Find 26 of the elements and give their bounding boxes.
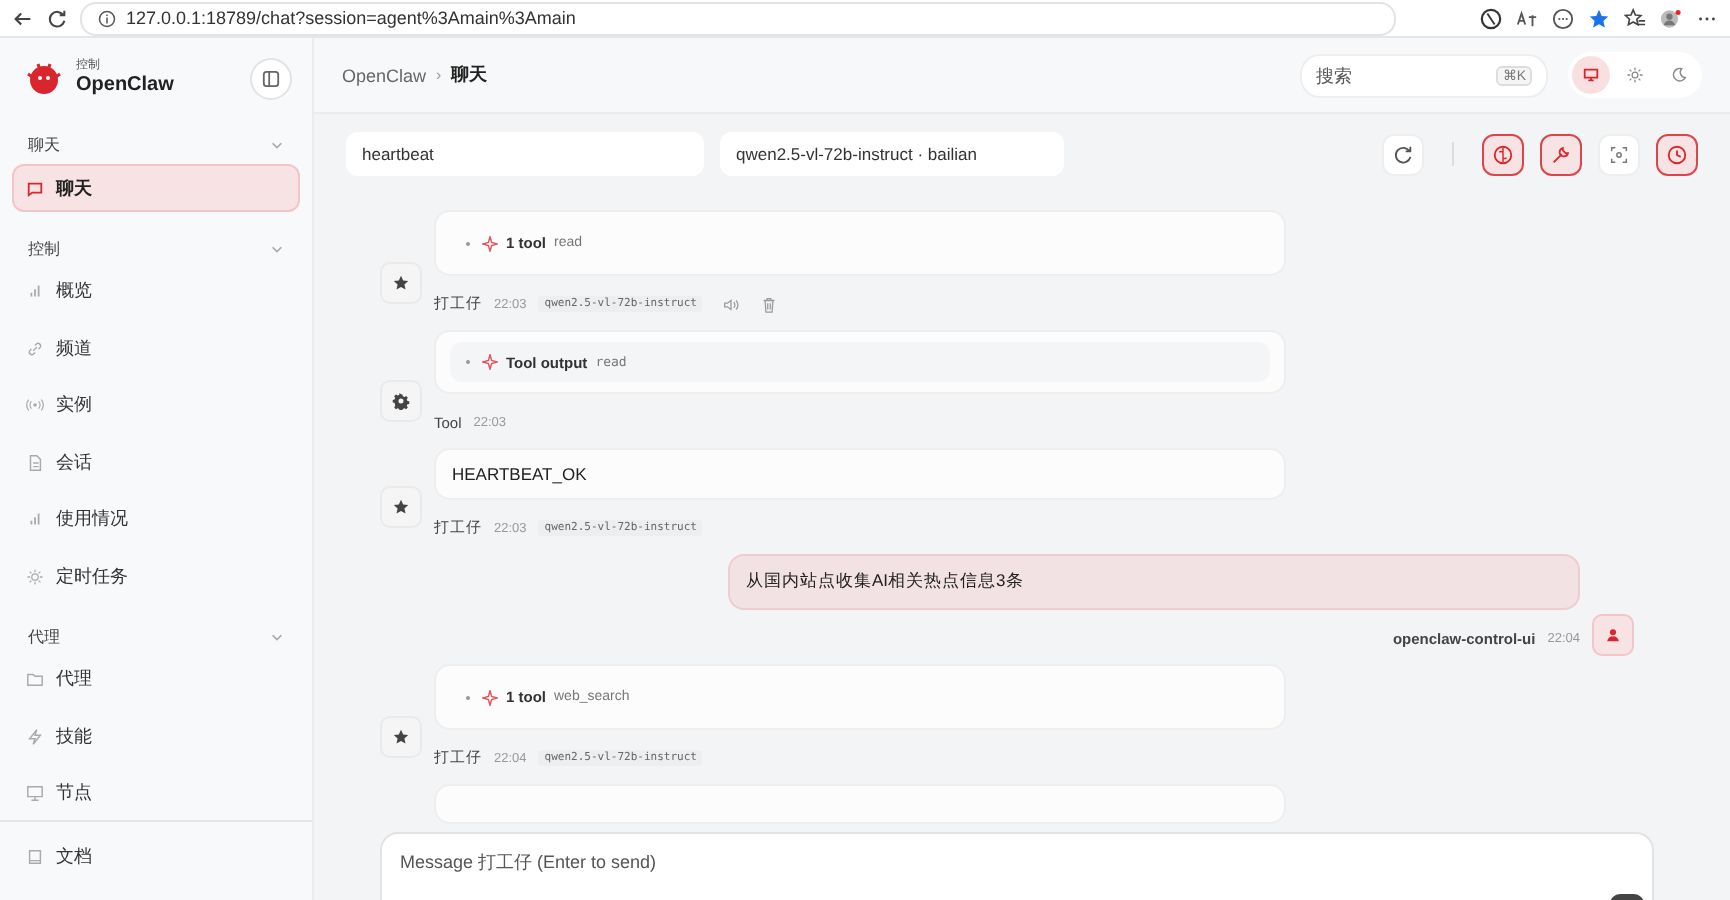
nav-item[interactable]: 聊天 (12, 164, 300, 212)
breadcrumb-separator: › (436, 66, 442, 84)
nav-item[interactable]: 使用情况 (12, 495, 300, 543)
nav-item[interactable]: 节点 (12, 769, 300, 817)
nav-item[interactable]: 代理 (12, 655, 300, 703)
breadcrumb-item: 聊天 (451, 62, 488, 88)
section-label: 代理 (28, 625, 60, 647)
breadcrumb-item[interactable]: OpenClaw (342, 65, 427, 85)
address-bar[interactable]: 127.0.0.1:18789/chat?session=agent%3Amain%3Amain (80, 1, 1396, 35)
model-select[interactable]: qwen2.5-vl-72b-instruct · bailian (720, 132, 1064, 176)
search-input[interactable]: 搜索 (1316, 65, 1456, 85)
section-label: 控制 (28, 237, 60, 259)
nav-item[interactable]: 技能 (12, 712, 300, 760)
nav-item[interactable]: 频道 (12, 324, 300, 372)
nav-item[interactable]: 文档 (12, 832, 300, 880)
brand-name: OpenClaw (76, 73, 174, 96)
nav-item[interactable]: 定时任务 (12, 552, 300, 600)
message-bubble: 从国内站点收集AI相关热点信息3条 (728, 554, 1580, 610)
session-select[interactable]: heartbeat (346, 132, 704, 176)
section-label: 聊天 (28, 134, 60, 156)
message-bubble: HEARTBEAT_OK (434, 448, 1286, 500)
nav-item[interactable]: 概览 (12, 267, 300, 315)
nav-item[interactable]: 会话 (12, 438, 300, 486)
message-input[interactable]: Message 打工仔 (Enter to send) (400, 852, 1200, 872)
url-text: 127.0.0.1:18789/chat?session=agent%3Amain%3Amain (126, 8, 576, 28)
nav-item[interactable]: 实例 (12, 381, 300, 429)
